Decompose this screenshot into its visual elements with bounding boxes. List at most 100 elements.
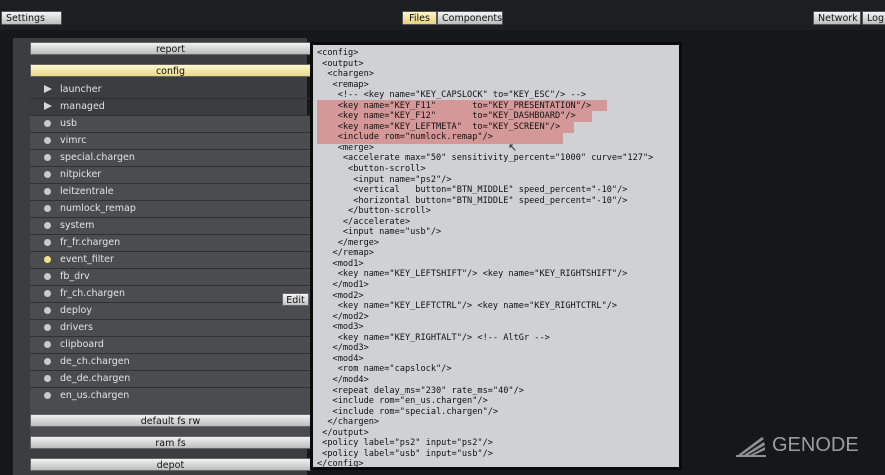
fs-config-header[interactable]: config	[30, 64, 311, 77]
file-list-item[interactable]: numlock_remap	[30, 200, 311, 217]
code-content[interactable]: <config> <output> <chargen> <remap> <!--…	[317, 48, 654, 467]
file-dot-icon	[44, 137, 51, 144]
file-list-item-label: de_de.chargen	[60, 373, 131, 384]
file-list-item[interactable]: launcher	[30, 81, 311, 98]
file-dot-icon	[44, 273, 51, 280]
file-list-item-label: launcher	[60, 84, 102, 95]
file-list-item-label: managed	[60, 101, 105, 112]
code-line: <key name="KEY_F12" to="KEY_DASHBOARD"/>	[317, 111, 576, 122]
tab-files[interactable]: Files	[402, 11, 437, 25]
file-list-item[interactable]: de_ch.chargen	[30, 353, 311, 370]
file-dot-icon	[44, 341, 51, 348]
code-line: <include rom="numlock.remap"/>	[317, 132, 493, 143]
code-line: </chargen>	[317, 417, 380, 428]
code-line: <chargen>	[317, 69, 374, 80]
file-list-item-label: fr_fr.chargen	[60, 237, 121, 248]
fs-report-header[interactable]: report	[30, 42, 311, 55]
file-dot-icon	[44, 256, 51, 263]
file-list-item[interactable]: system	[30, 217, 311, 234]
genode-logo-icon	[736, 437, 766, 457]
expand-triangle-icon	[44, 102, 52, 110]
file-dot-icon	[44, 120, 51, 127]
code-line: </merge>	[317, 237, 380, 248]
code-line: <mod1>	[317, 258, 364, 269]
fs-ram-fs-header[interactable]: ram fs	[30, 436, 311, 449]
code-line: <horizontal button="BTN_MIDDLE" speed_pe…	[317, 195, 628, 206]
file-dot-icon	[44, 392, 51, 399]
file-list-item-label: numlock_remap	[60, 203, 136, 214]
file-dot-icon	[44, 171, 51, 178]
code-line: <mod3>	[317, 322, 364, 333]
code-line: <include rom="special.chargen"/>	[317, 406, 499, 417]
edit-button[interactable]: Edit	[282, 293, 309, 306]
code-line: </output>	[317, 427, 369, 438]
file-list-item-label: event_filter	[60, 254, 114, 265]
file-list-item[interactable]: deploy	[30, 302, 311, 319]
file-list-item[interactable]: fb_drv	[30, 268, 311, 285]
file-list-item-label: de_ch.chargen	[60, 356, 130, 367]
code-line: </mod3>	[317, 343, 369, 354]
tab-components[interactable]: Components	[437, 11, 503, 25]
code-line: <merge>	[317, 142, 374, 153]
text-editor[interactable]: <config> <output> <chargen> <remap> <!--…	[310, 42, 682, 470]
code-line: <vertical button="BTN_MIDDLE" speed_perc…	[317, 185, 628, 196]
file-list-item[interactable]: clipboard	[30, 336, 311, 353]
file-list-item[interactable]: leitzentrale	[30, 183, 311, 200]
fs-depot-header[interactable]: depot	[30, 458, 311, 471]
code-line: </remap>	[317, 248, 374, 259]
code-line: <!-- <key name="KEY_CAPSLOCK" to="KEY_ES…	[317, 90, 587, 101]
file-list-item[interactable]: de_de.chargen	[30, 370, 311, 387]
code-line: <key name="KEY_LEFTMETA" to="KEY_SCREEN"…	[317, 121, 561, 132]
code-line: <output>	[317, 58, 364, 69]
file-dot-icon	[44, 222, 51, 229]
code-line: <mod4>	[317, 353, 364, 364]
file-list-item[interactable]: fr_ch.chargen	[30, 285, 311, 302]
code-line: <key name="KEY_LEFTCTRL"/> <key name="KE…	[317, 301, 618, 312]
file-list-item[interactable]: usb	[30, 115, 311, 132]
code-line: <rom name="capslock"/>	[317, 364, 452, 375]
file-list-item-label: vimrc	[60, 135, 87, 146]
file-list-item-label: en_us.chargen	[60, 390, 130, 401]
file-list-item-label: clipboard	[60, 339, 104, 350]
network-button[interactable]: Network	[813, 11, 861, 25]
file-list-item[interactable]: drivers	[30, 319, 311, 336]
settings-button[interactable]: Settings	[1, 11, 62, 25]
code-line: <key name="KEY_RIGHTALT"/> <!-- AltGr --…	[317, 332, 550, 343]
code-line: </mod2>	[317, 311, 369, 322]
code-line: <include rom="en_us.chargen"/>	[317, 396, 488, 407]
code-line: <policy label="ps2" input="ps2"/>	[317, 438, 493, 449]
file-dot-icon	[44, 307, 51, 314]
expand-triangle-icon	[44, 85, 52, 93]
code-line: </accelerate>	[317, 216, 411, 227]
file-list-item[interactable]: event_filter	[30, 251, 311, 268]
code-line: <mod2>	[317, 290, 364, 301]
mouse-pointer-icon: ↖	[508, 141, 518, 154]
fs-default-fs-rw-header[interactable]: default fs rw	[30, 414, 311, 427]
file-list-item[interactable]: vimrc	[30, 132, 311, 149]
code-line: </mod4>	[317, 374, 369, 385]
code-line: </mod1>	[317, 280, 369, 291]
code-line: <accelerate max="50" sensitivity_percent…	[317, 153, 654, 164]
genode-logo: GENODE	[736, 430, 885, 460]
code-line: <input name="usb"/>	[317, 227, 442, 238]
file-list-item-label: deploy	[60, 305, 92, 316]
file-list-item[interactable]: en_us.chargen	[30, 387, 311, 404]
file-list-item[interactable]: fr_fr.chargen	[30, 234, 311, 251]
file-list-item-label: drivers	[60, 322, 93, 333]
code-line: <remap>	[317, 79, 369, 90]
file-list-item[interactable]: special.chargen	[30, 149, 311, 166]
code-line: <repeat delay_ms="230" rate_ms="40"/>	[317, 385, 524, 396]
log-button[interactable]: Log	[862, 11, 885, 25]
file-dot-icon	[44, 154, 51, 161]
file-dot-icon	[44, 324, 51, 331]
logo-text: GENODE	[772, 434, 859, 456]
code-line: <key name="KEY_F11" to="KEY_PRESENTATION…	[317, 100, 592, 111]
file-dot-icon	[44, 205, 51, 212]
code-line: <policy label="usb" input="usb"/>	[317, 448, 493, 459]
file-list-item[interactable]: managed	[30, 98, 311, 115]
file-dot-icon	[44, 239, 51, 246]
file-list-item-label: fb_drv	[60, 271, 90, 282]
file-list-item[interactable]: nitpicker	[30, 166, 311, 183]
file-list-item-label: system	[60, 220, 95, 231]
file-dot-icon	[44, 290, 51, 297]
